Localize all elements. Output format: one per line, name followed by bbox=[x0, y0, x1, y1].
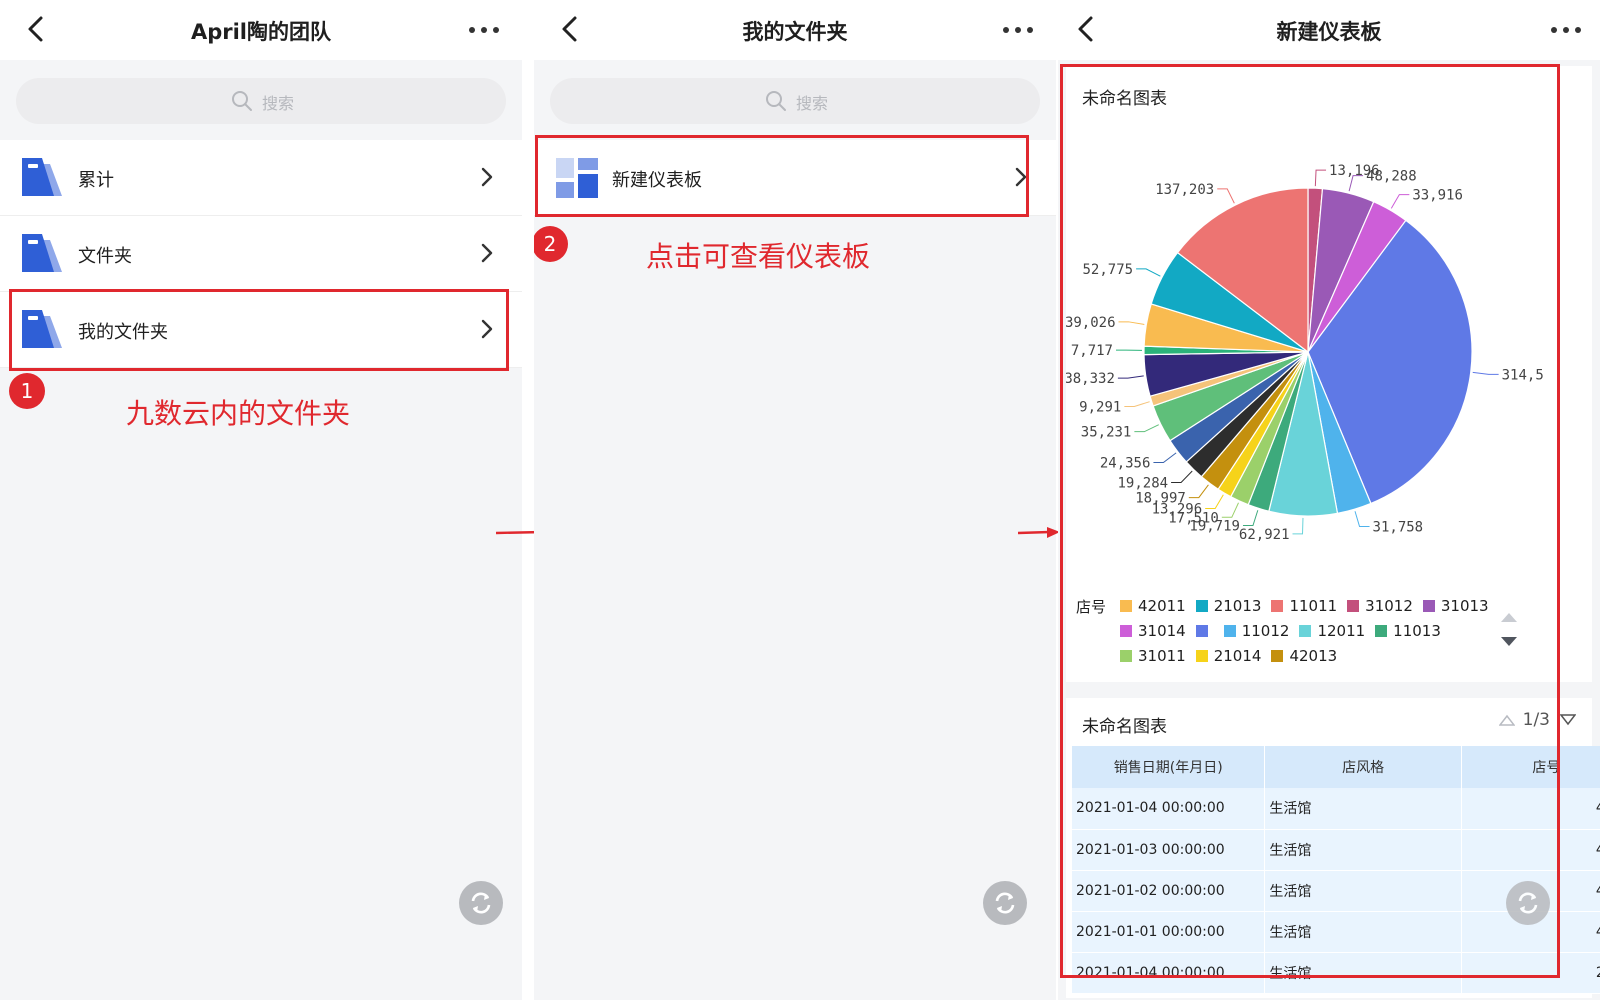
search-icon bbox=[766, 91, 786, 111]
nav-bar: 我的文件夹 bbox=[534, 0, 1056, 60]
refresh-button[interactable] bbox=[459, 881, 503, 925]
more-icon[interactable] bbox=[1002, 25, 1034, 35]
more-icon[interactable] bbox=[1550, 25, 1582, 35]
highlight-box bbox=[535, 135, 1029, 217]
dashboard-panel: 新建仪表板 未命名图表 13,196 48,288 33,916 314,5 31,75… bbox=[1058, 0, 1600, 1000]
search-input[interactable]: 搜索 bbox=[550, 78, 1040, 124]
more-icon[interactable] bbox=[468, 25, 500, 35]
search-placeholder: 搜索 bbox=[796, 94, 829, 113]
chevron-right-icon bbox=[481, 167, 493, 187]
nav-bar: 新建仪表板 bbox=[1058, 0, 1600, 60]
refresh-button[interactable] bbox=[1506, 881, 1550, 925]
page-down-icon[interactable] bbox=[1559, 714, 1577, 726]
list-item[interactable]: 累计 bbox=[0, 140, 522, 216]
step-badge: 1 bbox=[9, 373, 45, 409]
page-title: 我的文件夹 bbox=[742, 20, 848, 44]
search-input[interactable]: 搜索 bbox=[16, 78, 506, 124]
folder-icon bbox=[22, 234, 62, 272]
list-item-label: 文件夹 bbox=[78, 246, 132, 267]
highlight-box bbox=[9, 289, 509, 371]
flow-arrow-icon bbox=[1018, 527, 1060, 538]
page-title: April陶的团队 bbox=[190, 20, 332, 44]
search-placeholder: 搜索 bbox=[262, 94, 295, 113]
refresh-button[interactable] bbox=[983, 881, 1027, 925]
nav-bar: April陶的团队 bbox=[0, 0, 522, 60]
page-title: 新建仪表板 bbox=[1276, 20, 1382, 44]
annotation-text: 点击可查看仪表板 bbox=[646, 240, 871, 273]
step-badge: 2 bbox=[534, 226, 568, 262]
annotation-text: 九数云内的文件夹 bbox=[126, 397, 351, 430]
folder-icon bbox=[22, 158, 62, 196]
list-item[interactable]: 文件夹 bbox=[0, 216, 522, 292]
refresh-icon bbox=[995, 892, 1015, 914]
refresh-icon bbox=[471, 892, 491, 914]
list-item-label: 累计 bbox=[78, 170, 114, 191]
team-panel: April陶的团队 搜索 累计 文件夹 我的文件夹 1 九数云内的文件夹 bbox=[0, 0, 522, 1000]
highlight-box bbox=[1060, 64, 1560, 978]
search-icon bbox=[232, 91, 252, 111]
refresh-icon bbox=[1518, 892, 1538, 914]
my-folder-panel: 我的文件夹 搜索 新建仪表板 2 点击可查看仪表板 bbox=[534, 0, 1056, 1000]
chevron-right-icon bbox=[481, 243, 493, 263]
